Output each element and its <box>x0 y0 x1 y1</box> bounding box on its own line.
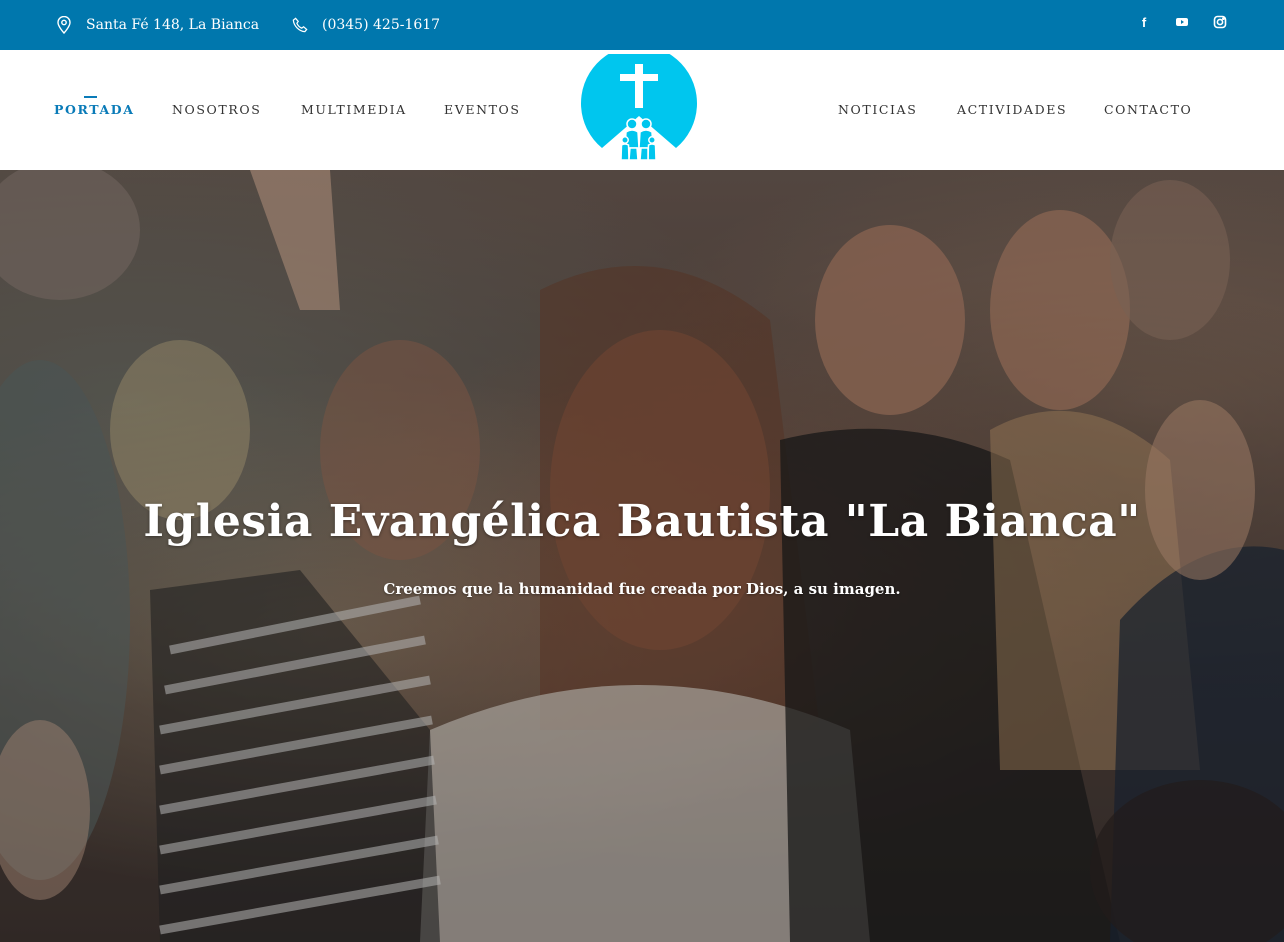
instagram-icon[interactable] <box>1212 14 1228 30</box>
phone-text: (0345) 425-1617 <box>322 17 441 33</box>
youtube-icon[interactable] <box>1174 14 1190 30</box>
nav-item-actividades[interactable]: ACTIVIDADES <box>957 102 1067 117</box>
top-bar: Santa Fé 148, La Bianca (0345) 425-1617 … <box>0 0 1284 50</box>
address-text: Santa Fé 148, La Bianca <box>86 17 260 33</box>
facebook-icon[interactable]: f <box>1136 14 1152 30</box>
nav-item-multimedia[interactable]: MULTIMEDIA <box>301 102 407 117</box>
nav-item-eventos[interactable]: EVENTOS <box>444 102 521 117</box>
phone-info[interactable]: (0345) 425-1617 <box>292 0 440 50</box>
nav-item-contacto[interactable]: CONTACTO <box>1104 102 1192 117</box>
address-info: Santa Fé 148, La Bianca <box>56 0 259 50</box>
hero-title: Iglesia Evangélica Bautista "La Bianca" <box>143 496 1141 547</box>
main-navigation: PORTADA NOSOTROS MULTIMEDIA EVENTOS NOTI… <box>0 50 1284 170</box>
hero-banner: Iglesia Evangélica Bautista "La Bianca" … <box>0 170 1284 942</box>
nav-item-noticias[interactable]: NOTICIAS <box>838 102 917 117</box>
nav-item-portada[interactable]: PORTADA <box>54 96 135 117</box>
location-pin-icon <box>57 16 71 34</box>
social-links: f <box>1136 14 1228 30</box>
hero-dark-overlay <box>0 170 1284 942</box>
church-logo[interactable] <box>580 54 698 166</box>
nav-item-nosotros[interactable]: NOSOTROS <box>172 102 261 117</box>
hero-subtitle: Creemos que la humanidad fue creada por … <box>383 580 901 598</box>
phone-icon <box>292 17 308 33</box>
